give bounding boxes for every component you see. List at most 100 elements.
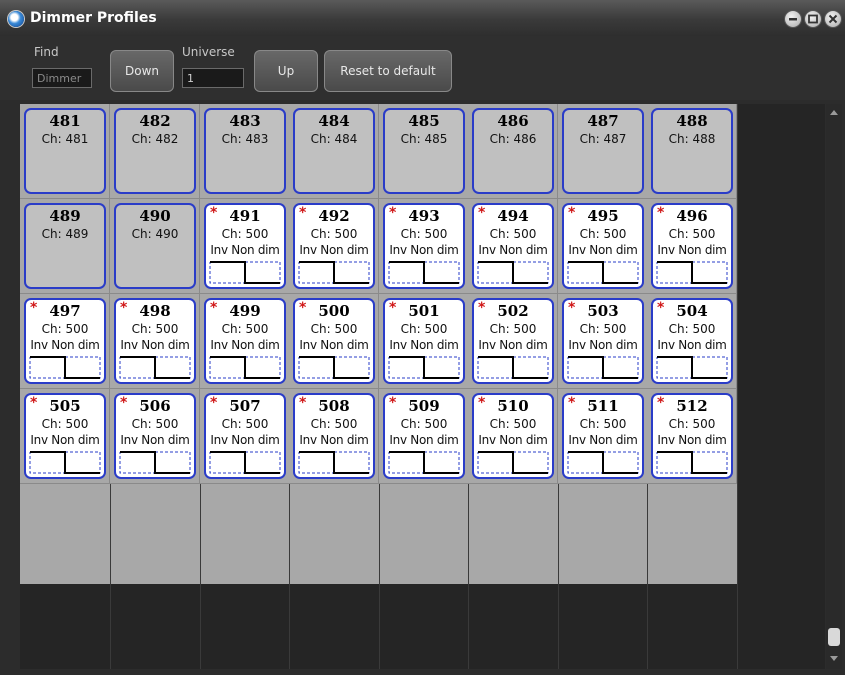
profile-curve-icon: [477, 451, 549, 474]
channel-cell: 481 Ch: 481: [20, 104, 110, 199]
scrollbar-thumb[interactable]: [828, 628, 840, 646]
channel-tile[interactable]: * 499 Ch: 500 Inv Non dim: [204, 298, 286, 384]
channel-number: 509: [408, 397, 440, 415]
channel-tile[interactable]: * 492 Ch: 500 Inv Non dim: [293, 203, 375, 289]
channel-cell: * 493 Ch: 500 Inv Non dim: [379, 199, 469, 294]
channel-cell: 488 Ch: 488: [647, 104, 737, 199]
channel-tile[interactable]: * 500 Ch: 500 Inv Non dim: [293, 298, 375, 384]
channel-tile[interactable]: * 503 Ch: 500 Inv Non dim: [562, 298, 644, 384]
channel-tile[interactable]: * 509 Ch: 500 Inv Non dim: [383, 393, 465, 479]
minimize-button[interactable]: [785, 11, 801, 27]
channel-patch: Ch: 484: [310, 132, 358, 146]
profile-name: Inv Non dim: [210, 243, 280, 257]
channel-tile[interactable]: * 493 Ch: 500 Inv Non dim: [383, 203, 465, 289]
channel-number: 498: [139, 302, 171, 320]
channel-tile[interactable]: 490 Ch: 490: [114, 203, 196, 289]
channel-tile[interactable]: * 512 Ch: 500 Inv Non dim: [651, 393, 733, 479]
profile-curve-icon: [298, 356, 370, 379]
channel-number: 484: [318, 112, 350, 130]
find-input[interactable]: Dimmer: [32, 68, 92, 88]
channel-patch: Ch: 500: [221, 417, 269, 431]
channel-tile[interactable]: * 504 Ch: 500 Inv Non dim: [651, 298, 733, 384]
profile-curve-icon: [119, 356, 191, 379]
channel-tile[interactable]: * 508 Ch: 500 Inv Non dim: [293, 393, 375, 479]
channel-tile[interactable]: * 491 Ch: 500 Inv Non dim: [204, 203, 286, 289]
channel-number: 492: [318, 207, 350, 225]
channel-tile[interactable]: * 501 Ch: 500 Inv Non dim: [383, 298, 465, 384]
universe-input[interactable]: 1: [182, 68, 244, 88]
vertical-scrollbar[interactable]: [826, 104, 842, 669]
channel-number: 485: [408, 112, 440, 130]
channel-patch: Ch: 500: [310, 322, 358, 336]
channel-tile[interactable]: * 507 Ch: 500 Inv Non dim: [204, 393, 286, 479]
channel-cell: 487 Ch: 487: [558, 104, 648, 199]
channel-tile[interactable]: * 496 Ch: 500 Inv Non dim: [651, 203, 733, 289]
channel-number: 497: [49, 302, 81, 320]
profile-name: Inv Non dim: [568, 243, 638, 257]
scroll-up-arrow-icon[interactable]: [830, 110, 838, 115]
channel-patch: Ch: 490: [131, 227, 179, 241]
close-button[interactable]: [825, 11, 841, 27]
channel-tile[interactable]: * 511 Ch: 500 Inv Non dim: [562, 393, 644, 479]
channel-patch: Ch: 500: [668, 417, 716, 431]
channel-tile[interactable]: * 494 Ch: 500 Inv Non dim: [472, 203, 554, 289]
channel-patch: Ch: 500: [400, 227, 448, 241]
channel-tile[interactable]: * 510 Ch: 500 Inv Non dim: [472, 393, 554, 479]
channel-patch: Ch: 500: [489, 227, 537, 241]
channel-number: 504: [676, 302, 708, 320]
channel-tile[interactable]: 487 Ch: 487: [562, 108, 644, 194]
profile-curve-icon: [388, 451, 460, 474]
channel-cell: * 511 Ch: 500 Inv Non dim: [558, 389, 648, 484]
minimize-icon: [789, 18, 797, 21]
channel-tile[interactable]: 486 Ch: 486: [472, 108, 554, 194]
channel-tile[interactable]: 481 Ch: 481: [24, 108, 106, 194]
profile-curve-icon: [567, 356, 639, 379]
channel-number: 512: [676, 397, 708, 415]
reset-to-default-button[interactable]: Reset to default: [324, 50, 452, 92]
channel-tile[interactable]: * 495 Ch: 500 Inv Non dim: [562, 203, 644, 289]
channel-cell: * 508 Ch: 500 Inv Non dim: [289, 389, 379, 484]
channel-tile[interactable]: 483 Ch: 483: [204, 108, 286, 194]
channel-cell: * 491 Ch: 500 Inv Non dim: [200, 199, 290, 294]
channel-tile[interactable]: * 497 Ch: 500 Inv Non dim: [24, 298, 106, 384]
channel-patch: Ch: 500: [221, 227, 269, 241]
channel-cell: * 507 Ch: 500 Inv Non dim: [200, 389, 290, 484]
profile-name: Inv Non dim: [299, 338, 369, 352]
channel-patch: Ch: 500: [668, 322, 716, 336]
channel-grid: 481 Ch: 481 482 Ch: 482 483 Ch: 483 484 Ch: 484…: [20, 104, 825, 669]
channel-number: 507: [229, 397, 261, 415]
channel-patch: Ch: 500: [310, 417, 358, 431]
title-bar[interactable]: Dimmer Profiles: [0, 0, 845, 36]
scroll-down-arrow-icon[interactable]: [830, 656, 838, 661]
channel-tile[interactable]: 489 Ch: 489: [24, 203, 106, 289]
channel-patch: Ch: 485: [400, 132, 448, 146]
channel-tile[interactable]: 485 Ch: 485: [383, 108, 465, 194]
universe-label: Universe: [182, 45, 235, 59]
channel-cell: 483 Ch: 483: [200, 104, 290, 199]
channel-number: 482: [139, 112, 171, 130]
channel-number: 505: [49, 397, 81, 415]
channel-cell: * 494 Ch: 500 Inv Non dim: [468, 199, 558, 294]
channel-tile[interactable]: 484 Ch: 484: [293, 108, 375, 194]
up-button[interactable]: Up: [254, 50, 318, 92]
channel-tile[interactable]: 482 Ch: 482: [114, 108, 196, 194]
profile-name: Inv Non dim: [657, 243, 727, 257]
channel-tile[interactable]: * 498 Ch: 500 Inv Non dim: [114, 298, 196, 384]
profile-curve-icon: [656, 261, 728, 284]
profile-curve-icon: [119, 451, 191, 474]
channel-patch: Ch: 488: [668, 132, 716, 146]
channel-number: 489: [49, 207, 81, 225]
channel-tile[interactable]: * 502 Ch: 500 Inv Non dim: [472, 298, 554, 384]
channel-cell: * 495 Ch: 500 Inv Non dim: [558, 199, 648, 294]
profile-curve-icon: [29, 451, 101, 474]
channel-number: 487: [587, 112, 619, 130]
down-button[interactable]: Down: [110, 50, 174, 92]
profile-name: Inv Non dim: [299, 433, 369, 447]
profile-curve-icon: [656, 356, 728, 379]
channel-tile[interactable]: * 505 Ch: 500 Inv Non dim: [24, 393, 106, 479]
maximize-button[interactable]: [805, 11, 821, 27]
channel-tile[interactable]: 488 Ch: 488: [651, 108, 733, 194]
channel-tile[interactable]: * 506 Ch: 500 Inv Non dim: [114, 393, 196, 479]
grid-column-divider: [737, 104, 738, 669]
channel-patch: Ch: 500: [41, 322, 89, 336]
